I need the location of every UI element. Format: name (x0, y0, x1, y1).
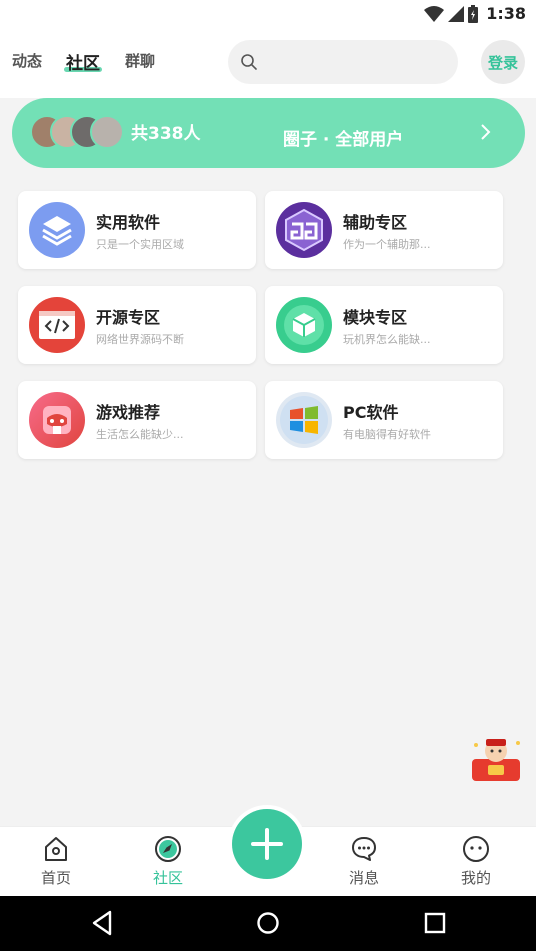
category-card-open-source[interactable]: 开源专区 网络世界源码不断 (18, 286, 256, 364)
card-title: 实用软件 (96, 213, 161, 232)
create-post-button[interactable] (232, 809, 302, 879)
code-icon (29, 297, 85, 353)
nav-label: 社区 (152, 869, 183, 887)
card-title: 开源专区 (96, 308, 161, 327)
cell-signal-icon (448, 5, 465, 22)
gg-logo-icon (276, 202, 332, 258)
windows-logo-icon (276, 392, 332, 448)
nav-label: 首页 (40, 869, 71, 887)
category-card-utility-software[interactable]: 实用软件 只是一个实用区域 (18, 191, 256, 269)
avatar (90, 115, 124, 149)
banner-title: 圈子 · 全部用户 (283, 130, 404, 150)
card-description: 有电脑得有好软件 (343, 428, 431, 441)
category-card-game-recommend[interactable]: 游戏推荐 生活怎么能缺少... (18, 381, 256, 459)
layers-icon (29, 202, 85, 258)
nav-profile[interactable]: 我的 (446, 835, 506, 888)
home-circle-icon[interactable] (256, 910, 280, 936)
card-title: 模块专区 (343, 308, 408, 327)
bottom-nav: 首页 社区 消息 我的 (0, 805, 536, 896)
fortune-mascot-icon[interactable] (468, 737, 524, 783)
compass-icon (155, 836, 181, 862)
category-card-assist-zone[interactable]: 辅助专区 作为一个辅助那... (265, 191, 503, 269)
wifi-icon (424, 5, 445, 22)
category-card-module-zone[interactable]: 模块专区 玩机界怎么能缺... (265, 286, 503, 364)
category-card-pc-software[interactable]: PC软件 有电脑得有好软件 (265, 381, 503, 459)
nav-label: 消息 (348, 869, 379, 887)
tab-group-chat[interactable]: 群聊 (125, 50, 155, 71)
nav-label: 我的 (460, 869, 491, 887)
gamepad-icon (29, 392, 85, 448)
back-icon[interactable] (90, 910, 114, 936)
card-description: 只是一个实用区域 (96, 238, 184, 251)
search-input[interactable] (228, 40, 458, 84)
tab-community[interactable]: 社区 (66, 49, 100, 74)
home-icon (45, 837, 67, 861)
status-bar: 1:38 (0, 0, 536, 28)
login-button[interactable]: 登录 (481, 40, 525, 84)
recents-icon[interactable] (424, 910, 446, 936)
battery-icon (468, 4, 479, 23)
card-description: 作为一个辅助那... (343, 238, 431, 251)
chat-icon (352, 837, 376, 861)
status-icons: 1:38 (424, 4, 526, 23)
card-title: 辅助专区 (343, 213, 408, 232)
card-title: PC软件 (343, 403, 399, 422)
plus-icon (251, 828, 283, 860)
header: 动态 社区 群聊 登录 (0, 28, 536, 98)
nav-home[interactable]: 首页 (26, 835, 86, 888)
tab-feed[interactable]: 动态 (12, 50, 42, 71)
card-description: 生活怎么能缺少... (96, 428, 184, 441)
status-time: 1:38 (486, 4, 526, 23)
circle-all-users-banner[interactable]: 共338人 圈子 · 全部用户 (12, 98, 525, 168)
chevron-right-icon (481, 124, 491, 140)
card-description: 玩机界怎么能缺... (343, 333, 431, 346)
cube-icon (276, 297, 332, 353)
card-title: 游戏推荐 (96, 403, 161, 422)
member-avatars (30, 115, 130, 151)
nav-community[interactable]: 社区 (138, 835, 198, 888)
member-count: 共338人 (131, 124, 201, 144)
nav-messages[interactable]: 消息 (334, 835, 394, 888)
system-nav-bar (0, 896, 536, 951)
face-icon (463, 836, 489, 862)
search-icon (241, 54, 257, 70)
card-description: 网络世界源码不断 (96, 333, 184, 346)
